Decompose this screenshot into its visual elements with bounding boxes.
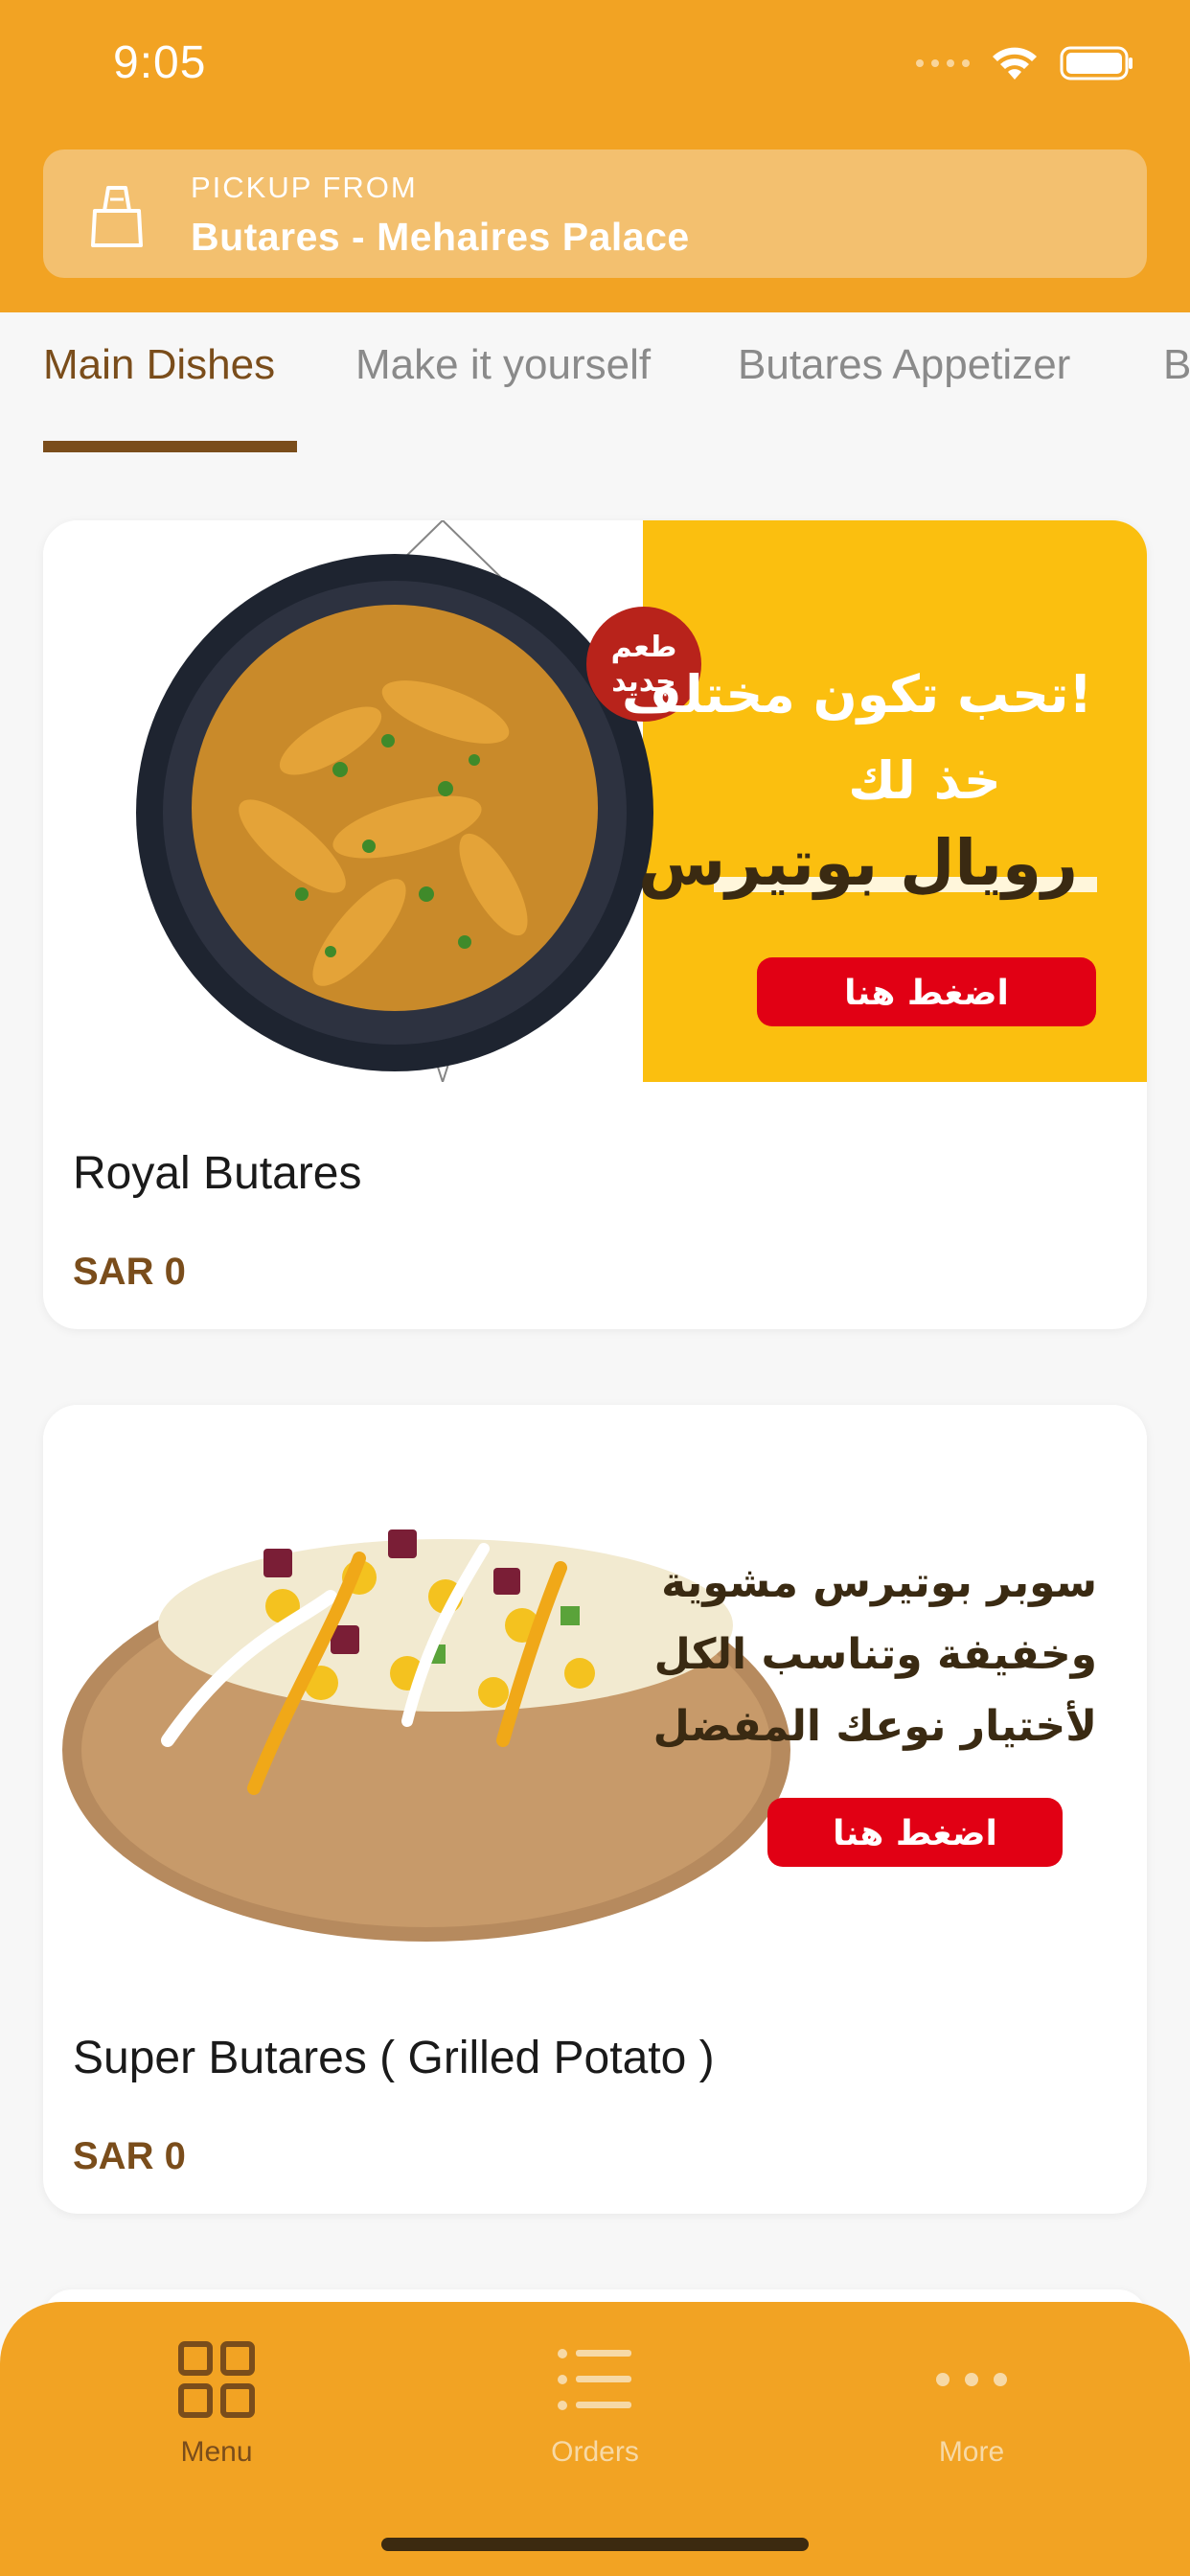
svg-text:خذ لك: خذ لك xyxy=(848,750,1000,811)
product-image-royal-butares: طعم جديد تحب تكون مختلف! خذ لك رويال بوت… xyxy=(43,520,1147,1082)
tab-make-it-yourself[interactable]: Make it yourself xyxy=(355,341,651,389)
active-tab-indicator xyxy=(43,441,297,452)
nav-orders[interactable]: Orders xyxy=(470,2302,720,2469)
menu-screen: 9:05 PICKUP FROM Butares - Mehaires Pala… xyxy=(0,0,1190,2576)
home-indicator[interactable] xyxy=(381,2538,809,2551)
nav-menu-label: Menu xyxy=(180,2436,253,2468)
bottom-navigation: Menu Orders More xyxy=(0,2302,1190,2576)
pickup-location-name: Butares - Mehaires Palace xyxy=(191,215,690,259)
battery-icon xyxy=(1060,45,1134,81)
signal-icon xyxy=(916,59,970,67)
svg-text:وخفيفة وتناسب الكل: وخفيفة وتناسب الكل xyxy=(654,1630,1097,1679)
tab-main-dishes[interactable]: Main Dishes xyxy=(43,341,275,389)
nav-orders-label: Orders xyxy=(551,2436,639,2468)
product-card[interactable]: طعم جديد تحب تكون مختلف! خذ لك رويال بوت… xyxy=(43,520,1147,1329)
nav-more-label: More xyxy=(938,2436,1005,2468)
svg-text:رويال بوتيرس: رويال بوتيرس xyxy=(638,826,1078,901)
status-time: 9:05 xyxy=(113,37,207,88)
status-icons xyxy=(916,44,1134,82)
svg-text:سوبر بوتيرس مشوية: سوبر بوتيرس مشوية xyxy=(661,1558,1097,1607)
pickup-location-selector[interactable]: PICKUP FROM Butares - Mehaires Palace xyxy=(43,150,1147,278)
wifi-icon xyxy=(991,45,1039,81)
product-name: Royal Butares xyxy=(73,1148,362,1199)
product-image-super-butares: سوبر بوتيرس مشوية وخفيفة وتناسب الكل لأخ… xyxy=(43,1405,1147,1966)
svg-text:تحب تكون مختلف!: تحب تكون مختلف! xyxy=(622,664,1092,724)
tab-next-category[interactable]: B xyxy=(1163,341,1190,389)
svg-text:لأختيار نوعك المفضل: لأختيار نوعك المفضل xyxy=(653,1700,1097,1751)
product-price: SAR 0 xyxy=(73,2135,186,2177)
shopping-bag-icon xyxy=(81,178,152,249)
product-name: Super Butares ( Grilled Potato ) xyxy=(73,2033,715,2083)
svg-text:طعم: طعم xyxy=(611,631,677,664)
header: 9:05 PICKUP FROM Butares - Mehaires Pala… xyxy=(0,0,1190,312)
nav-more[interactable]: More xyxy=(847,2302,1096,2469)
list-icon xyxy=(552,2336,638,2423)
grid-icon xyxy=(173,2336,260,2423)
category-tabs: Main Dishes Make it yourself Butares App… xyxy=(0,312,1190,456)
svg-text:اضغط هنا: اضغط هنا xyxy=(844,974,1009,1013)
product-price: SAR 0 xyxy=(73,1251,186,1293)
product-card[interactable]: سوبر بوتيرس مشوية وخفيفة وتناسب الكل لأخ… xyxy=(43,1405,1147,2214)
tab-butares-appetizer[interactable]: Butares Appetizer xyxy=(738,341,1070,389)
nav-menu[interactable]: Menu xyxy=(92,2302,341,2469)
more-dots-icon xyxy=(928,2336,1015,2423)
svg-text:اضغط هنا: اضغط هنا xyxy=(833,1814,997,1853)
pickup-label: PICKUP FROM xyxy=(191,171,418,204)
